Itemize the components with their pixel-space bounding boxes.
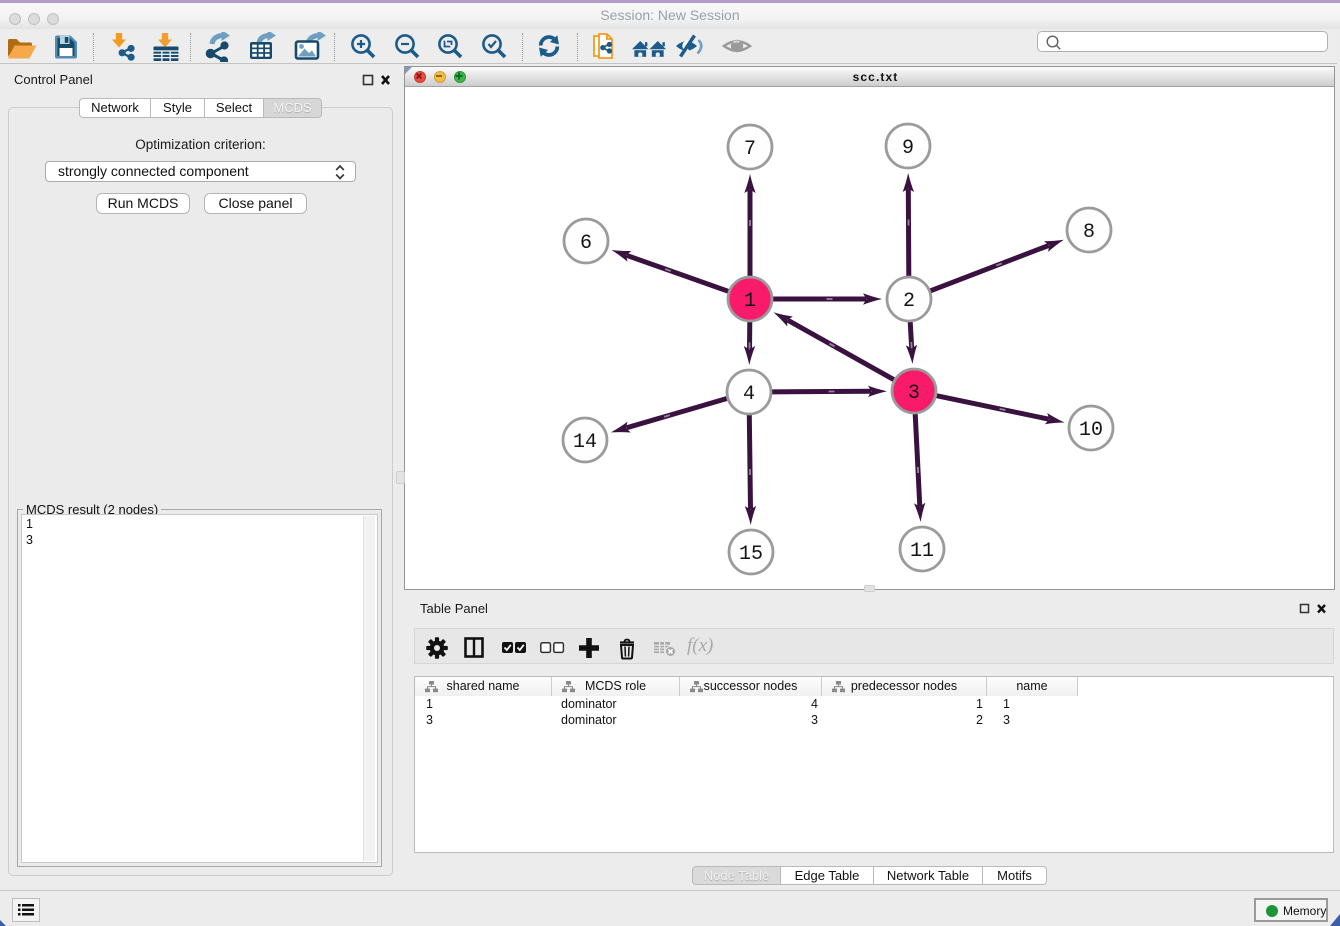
svg-text:2: 2 [903, 290, 915, 313]
svg-text:1: 1 [744, 290, 756, 313]
svg-text:14: 14 [573, 431, 597, 454]
svg-text:15: 15 [739, 543, 763, 566]
svg-text:7: 7 [744, 138, 756, 161]
svg-text:11: 11 [910, 540, 934, 563]
svg-text:8: 8 [1083, 221, 1095, 244]
svg-text:10: 10 [1079, 419, 1103, 442]
svg-text:6: 6 [580, 232, 592, 255]
svg-text:9: 9 [902, 137, 914, 160]
svg-text:4: 4 [743, 383, 755, 406]
svg-text:3: 3 [908, 382, 920, 405]
